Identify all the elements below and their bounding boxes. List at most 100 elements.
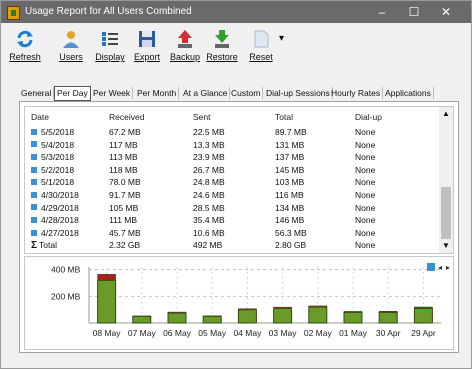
bar-received[interactable] <box>132 315 152 324</box>
refresh-icon <box>17 30 33 48</box>
table-scrollbar[interactable]: ▲ ▼ <box>439 107 453 253</box>
total-cell: 56.3 MB <box>275 227 307 238</box>
dial-up-cell: None <box>355 202 376 213</box>
display-label: Display <box>95 52 125 62</box>
tab-general[interactable]: General <box>19 87 55 99</box>
bar-received[interactable] <box>237 309 257 324</box>
received-cell: 91.7 MB <box>109 190 141 200</box>
title-bar[interactable]: Usage Report for All Users Combined – ☐ … <box>1 1 471 23</box>
reset-dropdown-arrow[interactable]: ▾ <box>279 33 284 44</box>
date-cell: 5/5/2018 <box>31 126 74 139</box>
bar-received[interactable] <box>413 307 433 324</box>
bar-received[interactable] <box>273 307 293 324</box>
sent-cell: 13.3 MB <box>193 139 225 150</box>
bar-sent[interactable] <box>167 311 187 314</box>
x-tick-label: 07 May <box>128 328 157 338</box>
minimize-button[interactable]: – <box>369 4 395 20</box>
bar-sent[interactable] <box>97 274 116 281</box>
tab-at-a-glance[interactable]: At a Glance <box>181 87 231 99</box>
backup-icon <box>178 30 192 48</box>
bar-received[interactable] <box>343 311 363 324</box>
bar-sent[interactable] <box>273 306 292 309</box>
bar-sent[interactable] <box>414 306 433 309</box>
dial-up-cell: None <box>355 215 376 226</box>
tab-per-month[interactable]: Per Month <box>135 87 180 99</box>
display-button[interactable]: Display <box>92 29 128 62</box>
header-date[interactable]: Date <box>31 111 49 124</box>
day-marker-icon <box>31 229 37 236</box>
reset-icon <box>254 30 269 48</box>
day-marker-icon <box>31 141 37 148</box>
day-marker-icon <box>31 128 37 135</box>
sent-cell: 24.8 MB <box>193 177 225 188</box>
tab-applications[interactable]: Applications <box>383 87 434 99</box>
header-total[interactable]: Total <box>275 111 293 124</box>
app-window: Usage Report for All Users Combined – ☐ … <box>0 0 472 369</box>
display-icon <box>102 32 118 46</box>
header-received[interactable]: Received <box>109 111 144 124</box>
export-icon <box>139 31 155 47</box>
export-button[interactable]: Export <box>129 29 165 62</box>
date-cell: 4/28/2018 <box>31 214 79 227</box>
close-button[interactable]: ✕ <box>433 4 459 20</box>
sent-cell: 22.5 MB <box>193 127 225 137</box>
total-cell: 116 MB <box>275 190 304 200</box>
total-cell: 103 MB <box>275 177 305 188</box>
date-cell: 5/4/2018 <box>31 139 74 152</box>
users-label: Users <box>59 52 83 62</box>
total-label-cell: Σ Total <box>31 240 57 251</box>
chevron-right-icon[interactable]: ▸ <box>446 263 450 272</box>
day-marker-icon <box>31 166 37 173</box>
received-cell: 113 MB <box>109 152 138 163</box>
bar-received[interactable] <box>167 312 187 324</box>
bar-received[interactable] <box>378 311 398 324</box>
sent-cell: 24.6 MB <box>193 190 225 200</box>
date-cell: 5/1/2018 <box>31 176 74 189</box>
x-tick-label: 06 May <box>163 328 192 338</box>
x-tick-label: 03 May <box>269 328 298 338</box>
bar-received[interactable] <box>97 279 117 324</box>
tab-per-day[interactable]: Per Day <box>54 86 91 101</box>
tab-custom[interactable]: Custom <box>229 87 264 99</box>
scroll-thumb[interactable] <box>441 187 451 239</box>
bar-sent[interactable] <box>343 311 363 313</box>
restore-button[interactable]: Restore <box>204 29 240 62</box>
y-tick-label: 400 MB <box>51 265 81 275</box>
total-received-cell: 2.32 GB <box>109 240 141 250</box>
scroll-down-arrow[interactable]: ▼ <box>439 241 453 250</box>
usage-chart: 400 MB 200 MB 08 May 07 May 06 May 05 May 04 M… <box>24 256 454 350</box>
bar-sent[interactable] <box>308 305 328 308</box>
tab-dial-up-sessions[interactable]: Dial-up Sessions <box>264 87 333 99</box>
date-cell: 4/29/2018 <box>31 202 79 215</box>
chevron-left-icon[interactable]: ◂ <box>438 263 442 272</box>
bar-chart-icon[interactable] <box>427 263 435 271</box>
bar-received[interactable] <box>202 315 222 324</box>
tab-per-week[interactable]: Per Week <box>91 87 134 99</box>
date-cell: 5/2/2018 <box>31 164 74 177</box>
refresh-button[interactable]: Refresh <box>7 29 43 62</box>
bar-sent[interactable] <box>378 311 398 313</box>
dial-up-cell: None <box>355 127 376 137</box>
received-cell: 117 MB <box>109 139 138 150</box>
x-tick-label: 08 May <box>93 328 122 338</box>
users-button[interactable]: Users <box>53 29 89 62</box>
dial-up-cell: None <box>355 139 376 150</box>
header-sent[interactable]: Sent <box>193 111 211 124</box>
tab-hourly-rates[interactable]: Hourly Rates <box>329 87 384 99</box>
report-panel: Date Received Sent Total Dial-up 5/5/201… <box>19 101 459 353</box>
maximize-button[interactable]: ☐ <box>401 4 427 20</box>
toolbar: Refresh Users Display Export Backup Rest… <box>1 23 471 79</box>
bar-sent[interactable] <box>202 315 222 317</box>
bar-received[interactable] <box>308 306 328 324</box>
header-dial-up[interactable]: Dial-up <box>355 111 382 124</box>
dial-up-cell: None <box>355 152 376 163</box>
usage-table[interactable]: Date Received Sent Total Dial-up 5/5/201… <box>24 106 454 254</box>
bar-sent[interactable] <box>238 308 257 310</box>
sent-cell: 28.5 MB <box>193 202 225 213</box>
reset-button[interactable]: Reset <box>243 29 279 62</box>
backup-button[interactable]: Backup <box>167 29 203 62</box>
x-tick-label: 02 May <box>304 328 333 338</box>
chart-svg: 400 MB 200 MB 08 May 07 May 06 May 05 May 04 M… <box>51 263 450 338</box>
total-dial-up-cell: None <box>355 240 376 250</box>
scroll-up-arrow[interactable]: ▲ <box>439 109 453 118</box>
